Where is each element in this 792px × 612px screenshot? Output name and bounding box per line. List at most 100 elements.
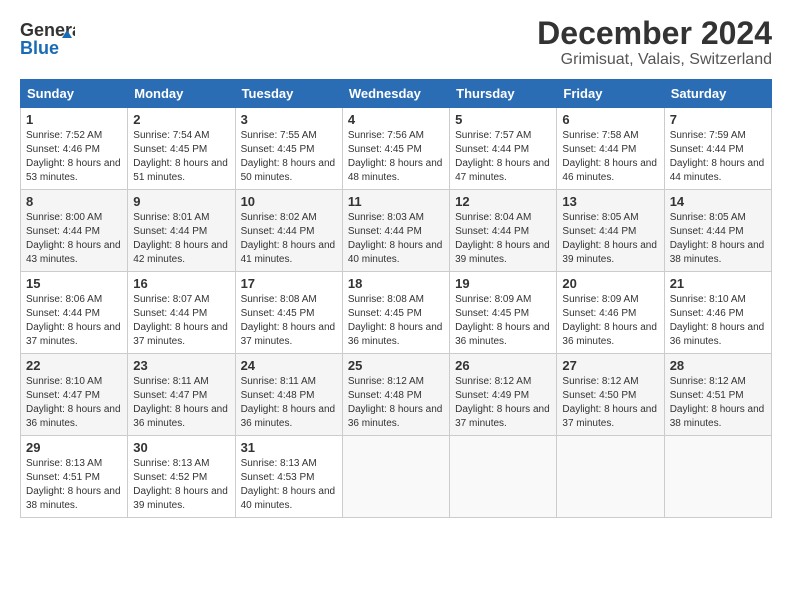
day-info: Sunrise: 8:01 AM Sunset: 4:44 PM Dayligh… (133, 211, 229, 267)
calendar-cell: 29 Sunrise: 8:13 AM Sunset: 4:51 PM Dayli… (21, 436, 128, 518)
calendar-cell: 23 Sunrise: 8:11 AM Sunset: 4:47 PM Dayli… (128, 354, 235, 436)
calendar-cell: 22 Sunrise: 8:10 AM Sunset: 4:47 PM Dayli… (21, 354, 128, 436)
day-number: 1 (26, 112, 122, 127)
calendar-cell: 10 Sunrise: 8:02 AM Sunset: 4:44 PM Dayli… (235, 190, 342, 272)
day-number: 28 (670, 358, 766, 373)
day-number: 25 (348, 358, 444, 373)
day-info: Sunrise: 7:54 AM Sunset: 4:45 PM Dayligh… (133, 129, 229, 185)
calendar-week-row: 15Sunrise: 8:06 AM Sunset: 4:44 PM Dayli… (21, 272, 772, 354)
day-number: 3 (241, 112, 337, 127)
calendar-cell: 7 Sunrise: 7:59 AM Sunset: 4:44 PM Daylig… (664, 108, 771, 190)
day-number: 19 (455, 276, 551, 291)
calendar-cell: 31 Sunrise: 8:13 AM Sunset: 4:53 PM Dayli… (235, 436, 342, 518)
day-header-thursday: Thursday (450, 80, 557, 108)
calendar-cell: 6 Sunrise: 7:58 AM Sunset: 4:44 PM Daylig… (557, 108, 664, 190)
day-number: 5 (455, 112, 551, 127)
day-info: Sunrise: 8:02 AM Sunset: 4:44 PM Dayligh… (241, 211, 337, 267)
day-info: Sunrise: 8:12 AM Sunset: 4:51 PM Dayligh… (670, 375, 766, 431)
day-number: 18 (348, 276, 444, 291)
day-number: 10 (241, 194, 337, 209)
day-number: 2 (133, 112, 229, 127)
calendar-cell: 1 Sunrise: 7:52 AM Sunset: 4:46 PM Daylig… (21, 108, 128, 190)
calendar-cell: 16 Sunrise: 8:07 AM Sunset: 4:44 PM Dayli… (128, 272, 235, 354)
day-info: Sunrise: 8:04 AM Sunset: 4:44 PM Dayligh… (455, 211, 551, 267)
calendar-cell: 24 Sunrise: 8:11 AM Sunset: 4:48 PM Dayli… (235, 354, 342, 436)
day-number: 29 (26, 440, 122, 455)
calendar-cell: 17Sunrise: 8:08 AM Sunset: 4:45 PM Dayli… (235, 272, 342, 354)
day-number: 24 (241, 358, 337, 373)
day-number: 6 (562, 112, 658, 127)
day-header-wednesday: Wednesday (342, 80, 449, 108)
day-info: Sunrise: 8:07 AM Sunset: 4:44 PM Dayligh… (133, 293, 229, 349)
day-info: Sunrise: 8:11 AM Sunset: 4:47 PM Dayligh… (133, 375, 229, 431)
day-info: Sunrise: 8:13 AM Sunset: 4:51 PM Dayligh… (26, 457, 122, 513)
calendar-cell: 26Sunrise: 8:12 AM Sunset: 4:49 PM Dayli… (450, 354, 557, 436)
day-number: 13 (562, 194, 658, 209)
day-header-saturday: Saturday (664, 80, 771, 108)
calendar-cell: 30 Sunrise: 8:13 AM Sunset: 4:52 PM Dayli… (128, 436, 235, 518)
calendar-cell: 28 Sunrise: 8:12 AM Sunset: 4:51 PM Dayli… (664, 354, 771, 436)
calendar-week-row: 22 Sunrise: 8:10 AM Sunset: 4:47 PM Dayli… (21, 354, 772, 436)
calendar-cell (557, 436, 664, 518)
page-title: December 2024 (537, 16, 772, 51)
calendar-cell (342, 436, 449, 518)
day-header-tuesday: Tuesday (235, 80, 342, 108)
logo-icon: General Blue (20, 16, 75, 60)
day-info: Sunrise: 8:10 AM Sunset: 4:47 PM Dayligh… (26, 375, 122, 431)
day-number: 22 (26, 358, 122, 373)
day-number: 27 (562, 358, 658, 373)
day-number: 31 (241, 440, 337, 455)
day-number: 11 (348, 194, 444, 209)
day-number: 8 (26, 194, 122, 209)
day-info: Sunrise: 8:06 AM Sunset: 4:44 PM Dayligh… (26, 293, 122, 349)
day-info: Sunrise: 7:59 AM Sunset: 4:44 PM Dayligh… (670, 129, 766, 185)
day-info: Sunrise: 8:03 AM Sunset: 4:44 PM Dayligh… (348, 211, 444, 267)
calendar-cell: 15Sunrise: 8:06 AM Sunset: 4:44 PM Dayli… (21, 272, 128, 354)
day-info: Sunrise: 8:13 AM Sunset: 4:52 PM Dayligh… (133, 457, 229, 513)
day-number: 14 (670, 194, 766, 209)
calendar-cell (450, 436, 557, 518)
calendar-cell: 27 Sunrise: 8:12 AM Sunset: 4:50 PM Dayli… (557, 354, 664, 436)
day-info: Sunrise: 8:12 AM Sunset: 4:48 PM Dayligh… (348, 375, 444, 431)
day-number: 17 (241, 276, 337, 291)
day-info: Sunrise: 7:52 AM Sunset: 4:46 PM Dayligh… (26, 129, 122, 185)
svg-text:Blue: Blue (20, 38, 59, 58)
calendar-cell: 20 Sunrise: 8:09 AM Sunset: 4:46 PM Dayli… (557, 272, 664, 354)
calendar-cell: 11 Sunrise: 8:03 AM Sunset: 4:44 PM Dayli… (342, 190, 449, 272)
logo: General Blue (20, 16, 75, 60)
calendar-cell: 9 Sunrise: 8:01 AM Sunset: 4:44 PM Daylig… (128, 190, 235, 272)
day-number: 16 (133, 276, 229, 291)
day-info: Sunrise: 8:12 AM Sunset: 4:50 PM Dayligh… (562, 375, 658, 431)
day-info: Sunrise: 8:05 AM Sunset: 4:44 PM Dayligh… (562, 211, 658, 267)
calendar-cell: 14 Sunrise: 8:05 AM Sunset: 4:44 PM Dayli… (664, 190, 771, 272)
day-number: 30 (133, 440, 229, 455)
calendar-week-row: 8Sunrise: 8:00 AM Sunset: 4:44 PM Daylig… (21, 190, 772, 272)
calendar-week-row: 1 Sunrise: 7:52 AM Sunset: 4:46 PM Daylig… (21, 108, 772, 190)
calendar-cell: 2 Sunrise: 7:54 AM Sunset: 4:45 PM Daylig… (128, 108, 235, 190)
day-info: Sunrise: 8:08 AM Sunset: 4:45 PM Dayligh… (348, 293, 444, 349)
calendar-cell: 19Sunrise: 8:09 AM Sunset: 4:45 PM Dayli… (450, 272, 557, 354)
calendar-table: SundayMondayTuesdayWednesdayThursdayFrid… (20, 79, 772, 518)
calendar-header-row: SundayMondayTuesdayWednesdayThursdayFrid… (21, 80, 772, 108)
day-info: Sunrise: 8:09 AM Sunset: 4:46 PM Dayligh… (562, 293, 658, 349)
day-info: Sunrise: 8:05 AM Sunset: 4:44 PM Dayligh… (670, 211, 766, 267)
calendar-week-row: 29 Sunrise: 8:13 AM Sunset: 4:51 PM Dayli… (21, 436, 772, 518)
day-header-friday: Friday (557, 80, 664, 108)
day-info: Sunrise: 8:11 AM Sunset: 4:48 PM Dayligh… (241, 375, 337, 431)
header: General Blue December 2024 Grimisuat, Va… (20, 16, 772, 69)
title-block: December 2024 Grimisuat, Valais, Switzer… (537, 16, 772, 69)
calendar-cell (664, 436, 771, 518)
day-info: Sunrise: 7:58 AM Sunset: 4:44 PM Dayligh… (562, 129, 658, 185)
day-info: Sunrise: 8:13 AM Sunset: 4:53 PM Dayligh… (241, 457, 337, 513)
day-number: 9 (133, 194, 229, 209)
day-number: 7 (670, 112, 766, 127)
calendar-cell: 5Sunrise: 7:57 AM Sunset: 4:44 PM Daylig… (450, 108, 557, 190)
day-number: 23 (133, 358, 229, 373)
calendar-cell: 13 Sunrise: 8:05 AM Sunset: 4:44 PM Dayli… (557, 190, 664, 272)
page-container: General Blue December 2024 Grimisuat, Va… (20, 16, 772, 518)
day-number: 20 (562, 276, 658, 291)
day-number: 26 (455, 358, 551, 373)
calendar-cell: 18 Sunrise: 8:08 AM Sunset: 4:45 PM Dayli… (342, 272, 449, 354)
day-info: Sunrise: 8:10 AM Sunset: 4:46 PM Dayligh… (670, 293, 766, 349)
day-info: Sunrise: 7:55 AM Sunset: 4:45 PM Dayligh… (241, 129, 337, 185)
